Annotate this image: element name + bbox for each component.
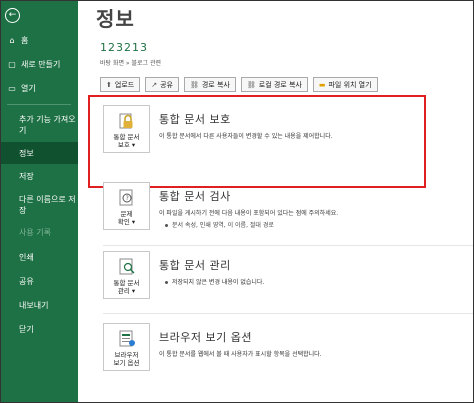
upload-button[interactable]: ⬆ 업로드 <box>100 77 141 92</box>
manage-workbook-button[interactable]: 통합 문서 관리 ▾ <box>103 251 150 299</box>
nav-share[interactable]: 공유 <box>1 274 78 288</box>
back-arrow-icon[interactable]: ← <box>5 8 20 23</box>
share-button[interactable]: ↗ 공유 <box>145 77 179 92</box>
open-file-location-button[interactable]: ▬ 파일 위치 열기 <box>312 77 378 92</box>
link-icon: ⛓ <box>189 80 199 89</box>
nav-get-addins[interactable]: 추가 기능 가져오기 <box>1 113 78 137</box>
app-window: ← ⌂ 홈 ▢ 새로 만들기 ▭ 열기 추가 기능 가져오기 정보 저장 다른 … <box>0 0 474 403</box>
folder-open-icon: ▭ <box>8 83 16 93</box>
section-title: 브라우저 보기 옵션 <box>159 331 252 344</box>
link-icon: ⛓ <box>246 80 256 89</box>
nav-export[interactable]: 내보내기 <box>1 298 78 312</box>
nav-divider <box>7 104 71 105</box>
home-icon: ⌂ <box>9 35 15 45</box>
nav-open[interactable]: ▭ 열기 <box>1 81 78 95</box>
browser-view-options-section: 브라우저 보기 옵션 브라우저 보기 옵션 이 통합 문서를 웹에서 볼 때 사… <box>103 323 473 379</box>
section-title: 통합 문서 검사 <box>159 190 231 203</box>
info-pane: 정보 123213 바탕 화면 » 블로그 관련 ⬆ 업로드 ↗ 공유 ⛓ 경로… <box>78 1 473 402</box>
nav-save[interactable]: 저장 <box>1 169 78 183</box>
section-description: 저장되지 않은 변경 내용이 없습니다. <box>165 277 264 286</box>
document-check-icon: ? <box>117 189 137 207</box>
section-divider <box>103 245 473 246</box>
file-path-breadcrumb: 바탕 화면 » 블로그 관련 <box>100 60 161 67</box>
nav-print[interactable]: 인쇄 <box>1 250 78 264</box>
section-description: 이 파일을 게시하기 전에 다음 내용이 포함되어 있다는 점에 주의하세요. <box>159 210 339 217</box>
copy-path-button[interactable]: ⛓ 경로 복사 <box>183 77 236 92</box>
browser-document-icon <box>117 330 137 348</box>
page-title: 정보 <box>96 7 135 31</box>
nav-history: 사용 기록 <box>19 227 51 237</box>
document-search-icon <box>117 258 137 276</box>
highlight-box <box>88 95 426 188</box>
svg-text:?: ? <box>125 195 128 202</box>
bullet-icon <box>165 281 168 284</box>
check-for-issues-button[interactable]: ? 문제 확인 ▾ <box>103 182 150 230</box>
nav-new[interactable]: ▢ 새로 만들기 <box>1 57 78 71</box>
backstage-sidebar: ← ⌂ 홈 ▢ 새로 만들기 ▭ 열기 추가 기능 가져오기 정보 저장 다른 … <box>1 1 78 402</box>
file-name: 123213 <box>100 41 148 54</box>
nav-save-as[interactable]: 다른 이름으로 저장 <box>1 193 78 217</box>
manage-workbook-section: 통합 문서 관리 ▾ 통합 문서 관리 저장되지 않은 변경 내용이 없습니다. <box>103 251 473 307</box>
folder-icon: ▬ <box>318 80 326 89</box>
copy-local-path-button[interactable]: ⛓ 로컬 경로 복사 <box>240 77 308 92</box>
section-title: 통합 문서 관리 <box>159 259 231 272</box>
bullet-icon <box>165 224 168 227</box>
nav-info[interactable]: 정보 <box>1 142 78 164</box>
nav-home[interactable]: ⌂ 홈 <box>1 33 78 47</box>
upload-icon: ⬆ <box>106 80 112 89</box>
file-actions-toolbar: ⬆ 업로드 ↗ 공유 ⛓ 경로 복사 ⛓ 로컬 경로 복사 ▬ 파일 위치 열기 <box>100 77 378 92</box>
share-icon: ↗ <box>151 80 158 89</box>
section-detail: 문서 속성, 인쇄 영역, 이 이름, 절대 경로 <box>165 220 274 229</box>
new-file-icon: ▢ <box>8 59 16 69</box>
browser-view-options-button[interactable]: 브라우저 보기 옵션 <box>103 323 150 371</box>
inspect-workbook-section: ? 문제 확인 ▾ 통합 문서 검사 이 파일을 게시하기 전에 다음 내용이 … <box>103 182 473 238</box>
section-divider <box>103 313 473 314</box>
nav-close[interactable]: 닫기 <box>1 322 78 336</box>
section-description: 이 통합 문서를 웹에서 볼 때 사용자가 표시할 항목을 선택합니다. <box>159 351 322 358</box>
